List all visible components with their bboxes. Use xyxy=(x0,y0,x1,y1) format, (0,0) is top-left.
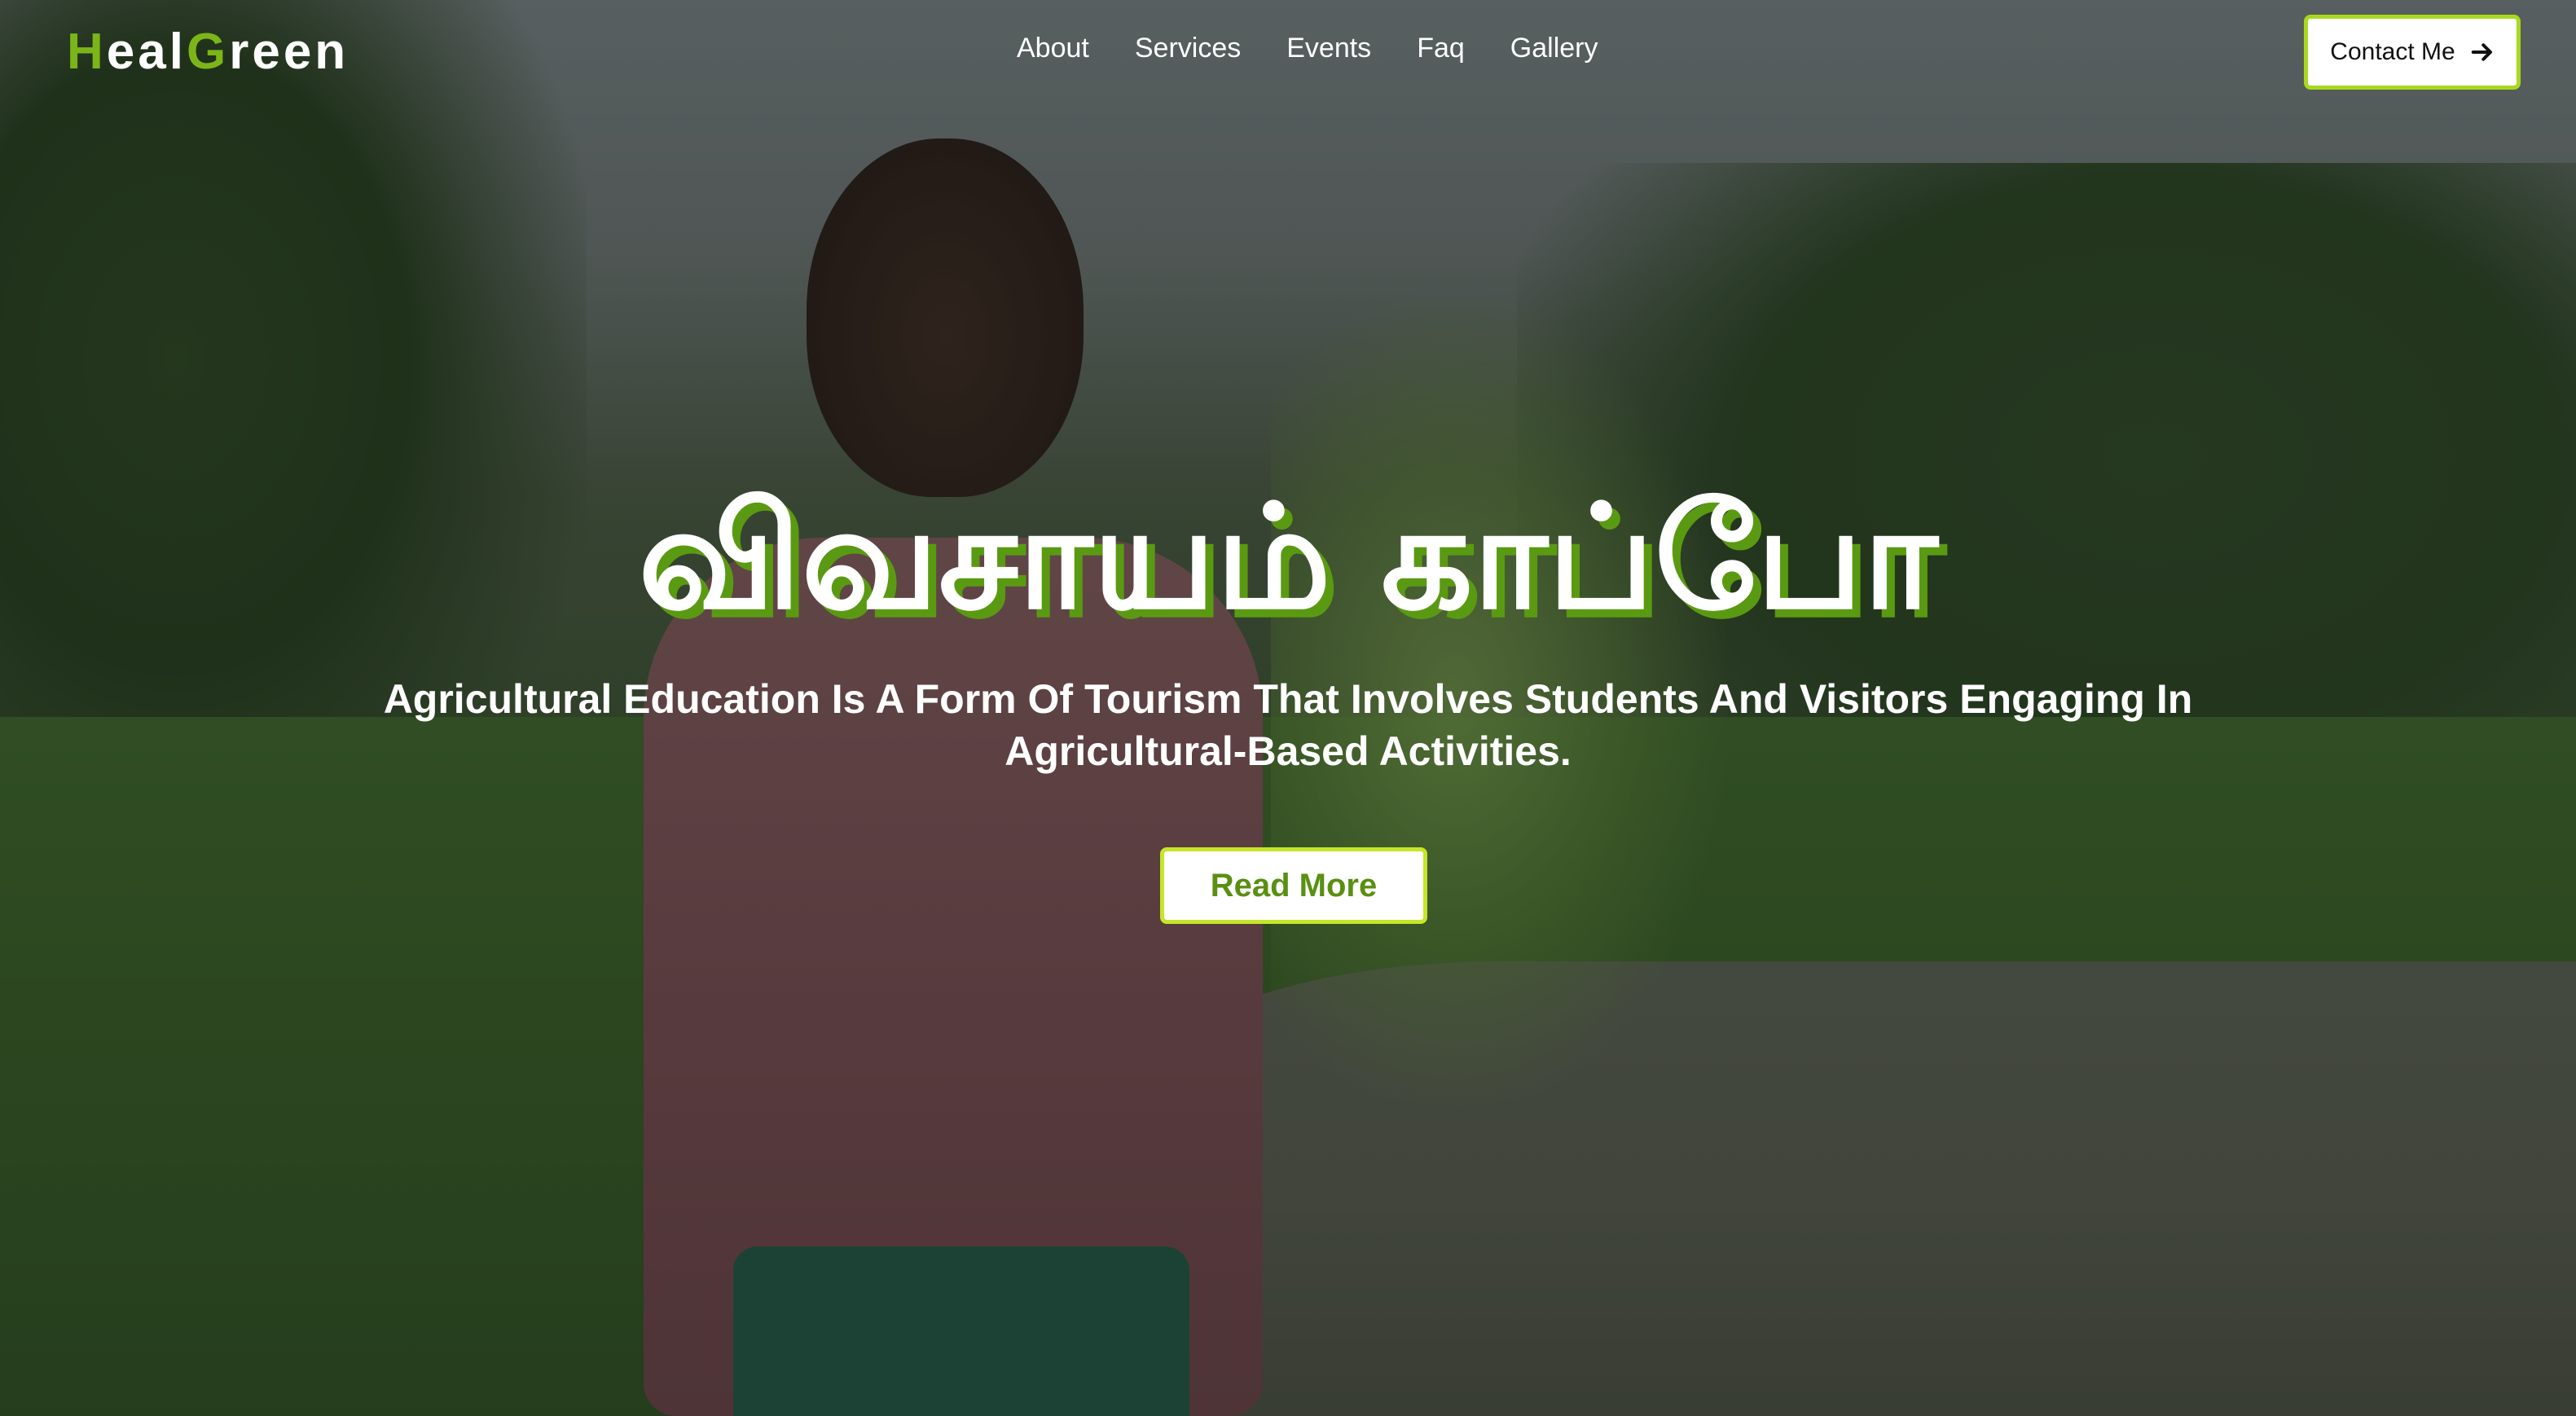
nav-link-gallery[interactable]: Gallery xyxy=(1510,33,1598,64)
main-nav: About Services Events Faq Gallery xyxy=(1017,33,1598,64)
logo-accent-letter: H xyxy=(67,24,107,80)
logo-accent-letter: G xyxy=(186,24,230,80)
read-more-button[interactable]: Read More xyxy=(1160,847,1427,924)
hero-section: HealGreen About Services Events Faq Gall… xyxy=(0,0,2576,1416)
nav-link-faq[interactable]: Faq xyxy=(1417,33,1465,64)
nav-link-services[interactable]: Services xyxy=(1135,33,1241,64)
contact-me-button[interactable]: Contact Me xyxy=(2304,15,2521,90)
nav-link-about[interactable]: About xyxy=(1017,33,1089,64)
site-logo[interactable]: HealGreen xyxy=(67,23,349,81)
site-header: HealGreen About Services Events Faq Gall… xyxy=(0,0,2576,106)
logo-letter-group: reen xyxy=(229,24,349,80)
arrow-right-icon xyxy=(2471,43,2492,61)
logo-text: HealGreen xyxy=(67,24,349,80)
contact-me-label: Contact Me xyxy=(2330,38,2455,65)
hero-title: விவசாயம் காப்போ xyxy=(638,474,1938,641)
hero-subtitle: Agricultural Education Is A Form Of Tour… xyxy=(383,676,2193,774)
logo-letter-group: eal xyxy=(106,24,187,80)
nav-link-events[interactable]: Events xyxy=(1286,33,1371,64)
